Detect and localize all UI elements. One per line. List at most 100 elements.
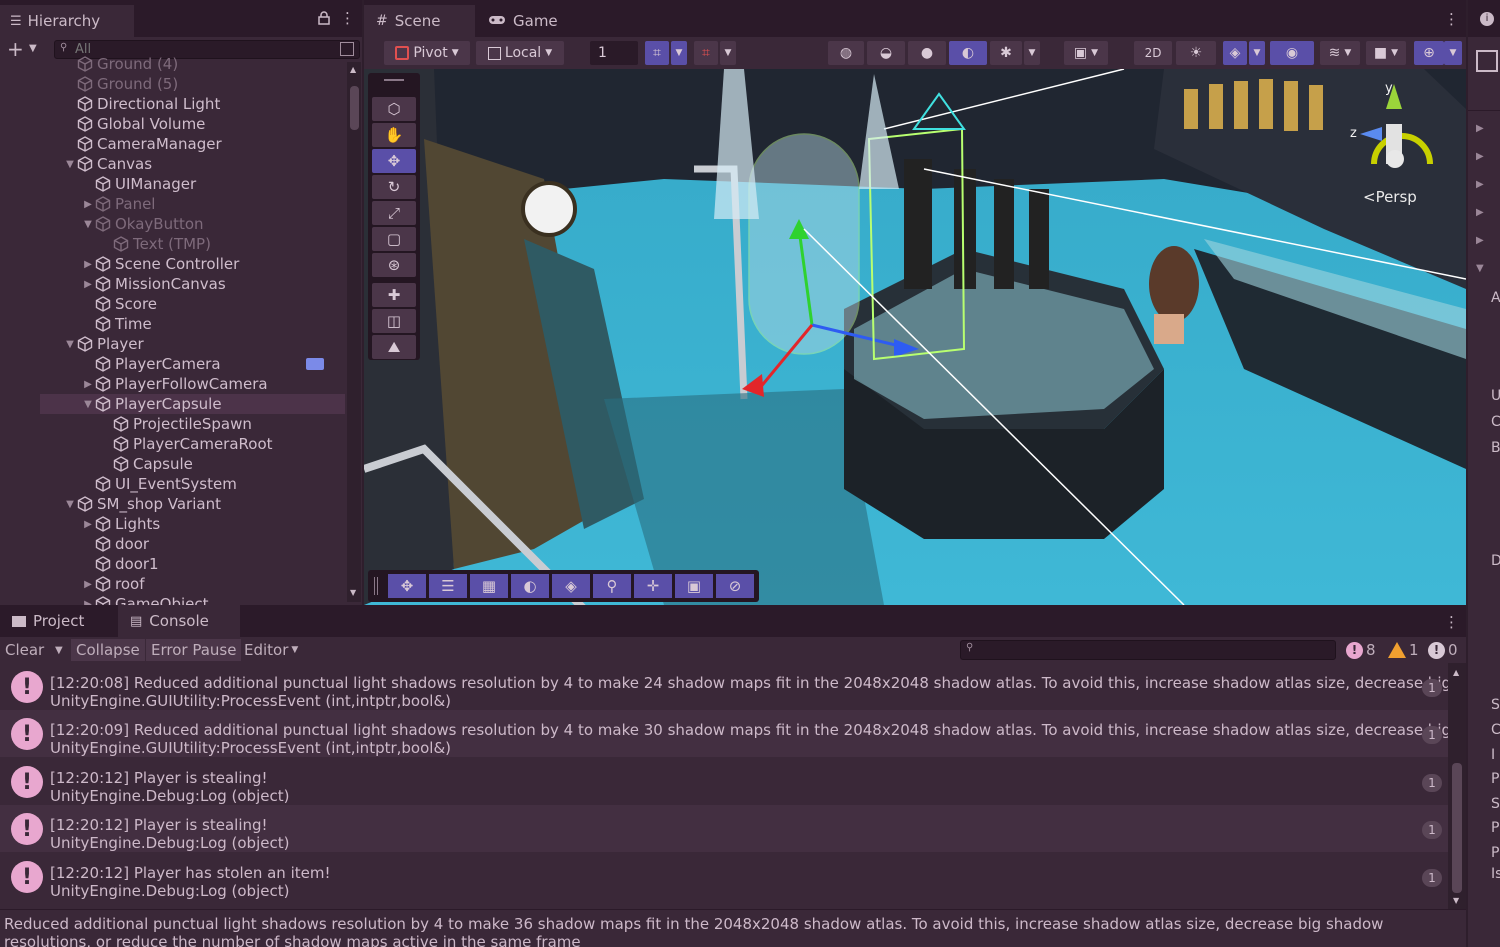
perspective-label[interactable]: <Persp (1363, 188, 1417, 206)
hierarchy-item[interactable]: Text (TMP) (0, 234, 345, 254)
camera-settings-dropdown[interactable]: ■ ▼ (1366, 41, 1406, 65)
scroll-down-icon[interactable]: ▼ (1453, 896, 1459, 905)
overlay-align-button[interactable]: ☰ (429, 574, 467, 598)
overlay-camera-button[interactable]: ▣ (675, 574, 713, 598)
scale-tool-button[interactable]: ⤢ (372, 201, 416, 225)
console-log-entry[interactable]: ! [12:20:12] Player has stolen an item! Un… (0, 853, 1448, 900)
collapse-arrow-icon[interactable]: ▶ (82, 279, 94, 290)
shading-lit-button[interactable]: ◐ (949, 41, 987, 65)
overlay-grid-button[interactable]: ▦ (470, 574, 508, 598)
hierarchy-item[interactable]: ▼ PlayerCapsule (40, 394, 345, 414)
gizmos-dropdown[interactable]: ▼ (1444, 41, 1462, 65)
effects-dropdown[interactable]: ▼ (1249, 41, 1265, 65)
overlay-lighting-button[interactable]: ◐ (511, 574, 549, 598)
hierarchy-item[interactable]: ▶ Lights (0, 514, 345, 534)
render-mode-dropdown[interactable]: ▣ ▼ (1064, 41, 1108, 65)
palette-handle[interactable] (384, 79, 404, 81)
error-count-toggle[interactable]: ! 8 (1346, 640, 1376, 660)
rotate-tool-button[interactable]: ↻ (372, 175, 416, 199)
hierarchy-item[interactable]: ▶ MissionCanvas (0, 274, 345, 294)
scroll-up-icon[interactable]: ▲ (1453, 668, 1459, 677)
hierarchy-item[interactable]: ▶ PlayerFollowCamera (0, 374, 345, 394)
hierarchy-item[interactable]: Time (0, 314, 345, 334)
overlay-move-button[interactable]: ✥ (388, 574, 426, 598)
hierarchy-item[interactable]: UIManager (0, 174, 345, 194)
hierarchy-item[interactable]: Capsule (0, 454, 345, 474)
overlay-layers-button[interactable]: ◈ (552, 574, 590, 598)
expand-arrow-icon[interactable]: ▼ (82, 219, 94, 230)
info-count-toggle[interactable]: ! 0 (1428, 640, 1458, 660)
shading-shaded-button[interactable]: ● (908, 41, 946, 65)
warning-count-toggle[interactable]: 1 (1388, 640, 1419, 660)
hierarchy-item[interactable]: ▶ roof (0, 574, 345, 594)
collapse-button[interactable]: Collapse (71, 639, 145, 661)
overlay-compass-button[interactable]: ⊘ (716, 574, 754, 598)
tab-console[interactable]: ▤ Console (118, 605, 240, 637)
hierarchy-item[interactable]: PlayerCamera (0, 354, 345, 374)
hierarchy-item[interactable]: UI_EventSystem (0, 474, 345, 494)
hierarchy-item[interactable]: door1 (0, 554, 345, 574)
lock-icon[interactable] (318, 11, 330, 29)
tab-project[interactable]: Project (0, 605, 116, 637)
collapse-arrow-icon[interactable]: ▶ (82, 379, 94, 390)
hierarchy-scroll-thumb[interactable] (350, 86, 359, 130)
tab-scene[interactable]: # Scene (364, 5, 475, 37)
hierarchy-item[interactable]: CameraManager (0, 134, 345, 154)
debug-mode-dropdown[interactable]: ▼ (1024, 41, 1040, 65)
hierarchy-item[interactable]: Directional Light (0, 94, 345, 114)
hierarchy-item[interactable]: door (0, 534, 345, 554)
rect-tool-button[interactable]: ▢ (372, 227, 416, 251)
console-search-field[interactable]: ⚲ (960, 640, 1336, 660)
more-options-icon[interactable]: ⋮ (340, 9, 355, 27)
transform-tool-button[interactable]: ⊛ (372, 253, 416, 277)
scroll-down-icon[interactable]: ▼ (350, 588, 356, 597)
hierarchy-item[interactable]: ▼ Canvas (0, 154, 345, 174)
tab-hierarchy[interactable]: ☰ Hierarchy (0, 5, 134, 37)
local-dropdown[interactable]: Local ▼ (476, 41, 564, 65)
expand-arrow-icon[interactable]: ▼ (64, 339, 76, 350)
hierarchy-item[interactable]: ▼ Player (0, 334, 345, 354)
clear-options-dropdown[interactable]: ▼ (50, 639, 70, 661)
hierarchy-item[interactable]: ▶ Panel (0, 194, 345, 214)
collider-tool-button[interactable]: ◫ (372, 309, 416, 333)
toggle-2d-button[interactable]: 2D (1134, 41, 1172, 65)
hierarchy-item[interactable]: ▶ GameObject (0, 594, 345, 605)
pivot-dropdown[interactable]: Pivot ▼ (384, 41, 470, 65)
grid-size-field[interactable]: 1 (590, 41, 638, 65)
hierarchy-item[interactable]: ProjectileSpawn (0, 414, 345, 434)
expand-arrow-icon[interactable]: ▼ (64, 159, 76, 170)
expand-arrow-icon[interactable]: ▼ (64, 499, 76, 510)
hierarchy-item[interactable]: Score (0, 294, 345, 314)
grid-snap-button[interactable]: ⌗ (645, 41, 669, 65)
move-tool-button[interactable]: ✥ (372, 149, 416, 173)
lighting-toggle-button[interactable]: ☀ (1176, 41, 1216, 65)
tab-game[interactable]: Game (476, 5, 586, 37)
scene-visibility-button[interactable]: ◉ (1270, 41, 1314, 65)
hierarchy-item[interactable]: PlayerCameraRoot (0, 434, 345, 454)
layers-dropdown[interactable]: ≋ ▼ (1320, 41, 1360, 65)
hierarchy-item[interactable]: Ground (5) (0, 74, 345, 94)
overlay-pivot-button[interactable]: ✛ (634, 574, 672, 598)
chevron-down-icon[interactable]: ▼ (29, 43, 37, 54)
shading-shaded-wireframe-button[interactable]: ◒ (867, 41, 905, 65)
scroll-up-icon[interactable]: ▲ (350, 65, 356, 74)
console-log-entry[interactable]: ! [12:20:09] Reduced additional punctual … (0, 710, 1448, 757)
hierarchy-item[interactable]: Global Volume (0, 114, 345, 134)
probe-tool-button[interactable]: ⛰ (372, 335, 416, 359)
debug-mode-button[interactable]: ✱ (990, 41, 1022, 65)
more-options-icon[interactable]: ⋮ (1444, 10, 1459, 28)
info-icon[interactable]: i (1480, 12, 1494, 26)
increment-snap-button[interactable]: ⌗ (694, 41, 718, 65)
editor-dropdown[interactable]: Editor ▼ (239, 639, 303, 661)
shading-wireframe-button[interactable]: ◍ (828, 41, 864, 65)
increment-snap-dropdown[interactable]: ▼ (720, 41, 736, 65)
clear-button[interactable]: Clear (0, 639, 49, 661)
grid-snap-dropdown[interactable]: ▼ (671, 41, 687, 65)
console-scroll-thumb[interactable] (1452, 763, 1462, 893)
overlay-search-button[interactable]: ⚲ (593, 574, 631, 598)
custom-tool-button[interactable]: ✚ (372, 283, 416, 307)
hierarchy-item[interactable]: Ground (4) (0, 54, 345, 74)
expand-arrow-icon[interactable]: ▼ (82, 399, 94, 410)
hierarchy-scrollbar[interactable]: ▲ ▼ (347, 62, 361, 602)
collapse-arrow-icon[interactable]: ▶ (82, 259, 94, 270)
